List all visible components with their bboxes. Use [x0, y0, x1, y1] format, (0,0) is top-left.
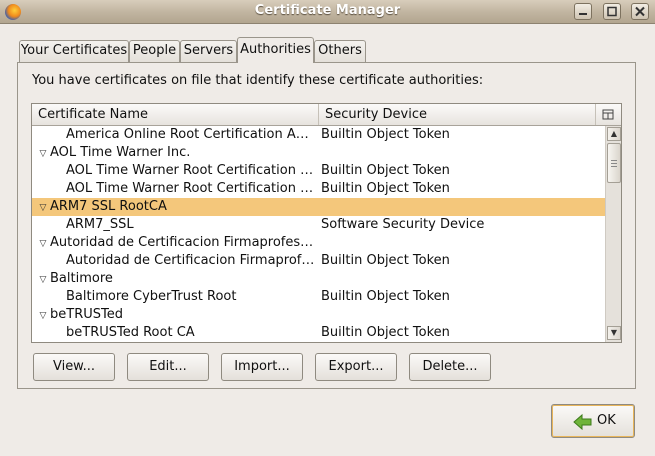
tab-others[interactable]: Others	[314, 40, 366, 62]
maximize-icon	[607, 6, 617, 17]
certificate-name: Autoridad de Certificacion Firmaprofesio…	[50, 235, 316, 250]
import-button[interactable]: Import...	[221, 353, 303, 381]
tab-servers[interactable]: Servers	[180, 40, 237, 62]
expand-twisty-icon[interactable]: ▽	[36, 199, 50, 217]
certificate-name: beTRUSTed Root CA	[66, 325, 195, 340]
tree-row[interactable]: ▽ Baltimore	[32, 270, 605, 288]
tree-row[interactable]: ARM7_SSL Software Security Device	[32, 216, 605, 234]
view-button[interactable]: View...	[33, 353, 115, 381]
title-bar[interactable]: Certificate Manager	[0, 0, 655, 24]
tree-row[interactable]: Baltimore CyberTrust Root Builtin Object …	[32, 288, 605, 306]
certificate-name: Autoridad de Certificacion Firmaprofe…	[66, 253, 316, 268]
scroll-up-arrow-icon[interactable]: ▲	[607, 127, 621, 141]
certificate-name: ARM7 SSL RootCA	[50, 199, 167, 214]
certificate-tree[interactable]: Certificate Name Security Device America…	[31, 103, 622, 343]
security-device: Builtin Object Token	[321, 127, 450, 142]
certificate-name: AOL Time Warner Root Certification A…	[66, 163, 316, 178]
expand-twisty-icon[interactable]: ▽	[36, 235, 50, 253]
export-button[interactable]: Export...	[315, 353, 397, 381]
minimize-button[interactable]	[574, 3, 592, 20]
security-device: Builtin Object Token	[321, 325, 450, 340]
ok-button[interactable]: OK	[551, 404, 635, 438]
certificate-name: beTRUSTed	[50, 307, 123, 322]
close-icon	[635, 6, 645, 17]
scroll-down-arrow-icon[interactable]: ▼	[607, 326, 621, 340]
green-arrow-icon	[573, 413, 592, 431]
tree-row[interactable]: AOL Time Warner Root Certification A… Bui…	[32, 162, 605, 180]
tree-row[interactable]: Autoridad de Certificacion Firmaprofe… Bu…	[32, 252, 605, 270]
certificate-name: AOL Time Warner Inc.	[50, 145, 191, 160]
expand-twisty-icon[interactable]: ▽	[36, 271, 50, 289]
column-header-certificate-name[interactable]: Certificate Name	[32, 104, 319, 125]
tree-header: Certificate Name Security Device	[32, 104, 621, 126]
minimize-icon	[579, 13, 587, 15]
expand-twisty-icon[interactable]: ▽	[36, 307, 50, 325]
certificate-name: Baltimore	[50, 271, 113, 286]
tree-row[interactable]: ▽ beTRUSTed	[32, 306, 605, 324]
certificate-name: America Online Root Certification Aut…	[66, 127, 316, 142]
certificate-name: ARM7_SSL	[66, 217, 134, 232]
tree-row[interactable]: beTRUSTed Root CA Builtin Object Token	[32, 324, 605, 342]
certificate-name: Baltimore CyberTrust Root	[66, 289, 237, 304]
tree-row[interactable]: AOL Time Warner Root Certification A… Bui…	[32, 180, 605, 198]
tree-rows: America Online Root Certification Aut… Bu…	[32, 126, 605, 342]
security-device: Builtin Object Token	[321, 163, 450, 178]
authorities-description: You have certificates on file that ident…	[32, 73, 484, 88]
window-title: Certificate Manager	[254, 3, 401, 18]
column-header-security-device[interactable]: Security Device	[319, 104, 596, 125]
vertical-scrollbar[interactable]: ▲ ▼	[605, 126, 621, 342]
scroll-thumb[interactable]	[607, 143, 621, 183]
ok-button-label: OK	[597, 413, 616, 428]
tab-authorities[interactable]: Authorities	[237, 37, 314, 63]
maximize-button[interactable]	[603, 3, 621, 20]
tree-row[interactable]: ▽ Autoridad de Certificacion Firmaprofesi…	[32, 234, 605, 252]
column-picker-icon[interactable]	[602, 109, 614, 120]
security-device: Builtin Object Token	[321, 253, 450, 268]
tree-row[interactable]: ▽ ARM7 SSL RootCA	[32, 198, 605, 216]
delete-button[interactable]: Delete...	[409, 353, 491, 381]
edit-button[interactable]: Edit...	[127, 353, 209, 381]
close-button[interactable]	[631, 3, 649, 20]
tree-row[interactable]: ▽ AOL Time Warner Inc.	[32, 144, 605, 162]
tree-row[interactable]: America Online Root Certification Aut… Bu…	[32, 126, 605, 144]
expand-twisty-icon[interactable]: ▽	[36, 145, 50, 163]
security-device: Builtin Object Token	[321, 289, 450, 304]
security-device: Builtin Object Token	[321, 181, 450, 196]
tab-people[interactable]: People	[129, 40, 180, 62]
tab-your-certificates[interactable]: Your Certificates	[19, 40, 129, 62]
certificate-name: AOL Time Warner Root Certification A…	[66, 181, 316, 196]
security-device: Software Security Device	[321, 217, 485, 232]
